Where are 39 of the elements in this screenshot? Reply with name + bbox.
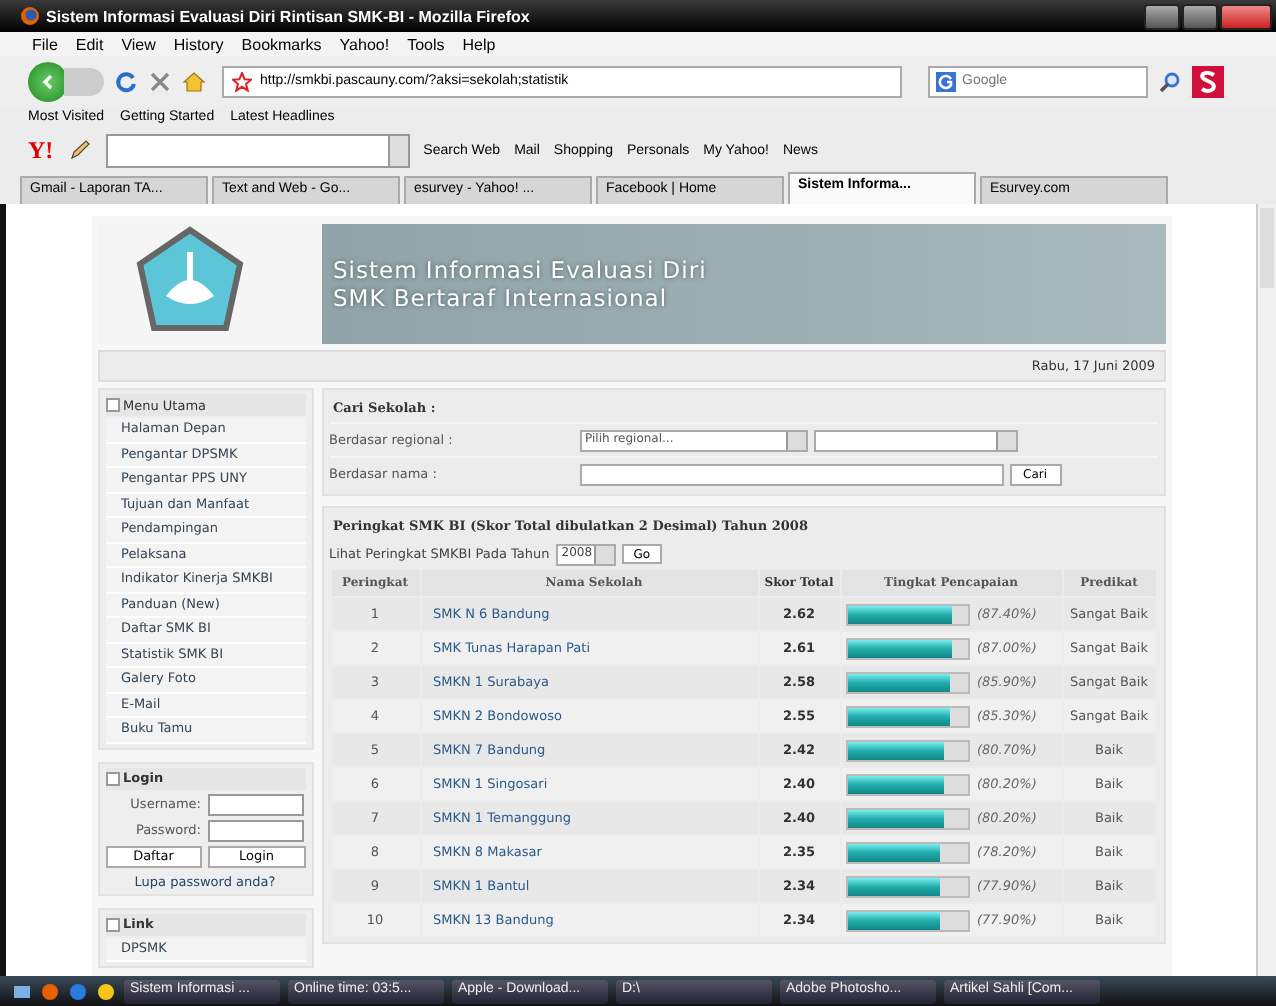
yahoo-logo[interactable]: Y!: [28, 135, 54, 165]
progress-bar: [845, 773, 969, 795]
menu-item[interactable]: History: [173, 35, 224, 53]
menu-item[interactable]: Help: [462, 35, 496, 53]
menu-item[interactable]: Edit: [75, 35, 104, 53]
progress-bar: [845, 909, 969, 931]
menu-item[interactable]: Yahoo!: [339, 35, 390, 53]
menu-item[interactable]: File: [32, 35, 58, 53]
site-title: Sistem Informasi Evaluasi Diri: [333, 256, 707, 284]
scrollbar[interactable]: [1256, 204, 1276, 976]
g-icon[interactable]: [936, 71, 956, 91]
home-icon[interactable]: [182, 69, 206, 93]
progress-bar: [845, 637, 969, 659]
maximize-button[interactable]: [1182, 3, 1218, 29]
menu-item[interactable]: Bookmarks: [241, 35, 322, 53]
collapse-icon[interactable]: [105, 771, 119, 785]
collapse-icon[interactable]: [105, 398, 119, 412]
menu-item[interactable]: Tools: [407, 35, 445, 53]
site-title: SMK Bertaraf Internasional: [333, 284, 670, 312]
password-field[interactable]: [207, 819, 303, 841]
city-dropdown[interactable]: [813, 429, 1017, 451]
star-icon: [232, 71, 252, 91]
close-button[interactable]: [1220, 3, 1272, 29]
minimize-button[interactable]: [1144, 3, 1180, 29]
pencil-icon[interactable]: [67, 138, 92, 162]
search-icon[interactable]: [1158, 69, 1182, 93]
reload-icon[interactable]: [114, 69, 138, 93]
name-field[interactable]: [579, 463, 1003, 485]
window-title: Sistem Informasi Evaluasi Diri Rintisan SMK-BI - Mozilla Firefox: [46, 7, 530, 25]
back-button[interactable]: [28, 61, 68, 101]
menu-item[interactable]: View: [121, 35, 156, 53]
collapse-icon[interactable]: [105, 917, 119, 931]
close-icon[interactable]: [148, 69, 172, 93]
progress-bar: [845, 705, 969, 727]
s-logo-icon[interactable]: [1192, 65, 1224, 97]
progress-bar: [845, 841, 969, 863]
desktop-icon[interactable]: [12, 981, 32, 1001]
username-field[interactable]: [207, 793, 303, 815]
yahoo-search-field[interactable]: [105, 133, 410, 167]
